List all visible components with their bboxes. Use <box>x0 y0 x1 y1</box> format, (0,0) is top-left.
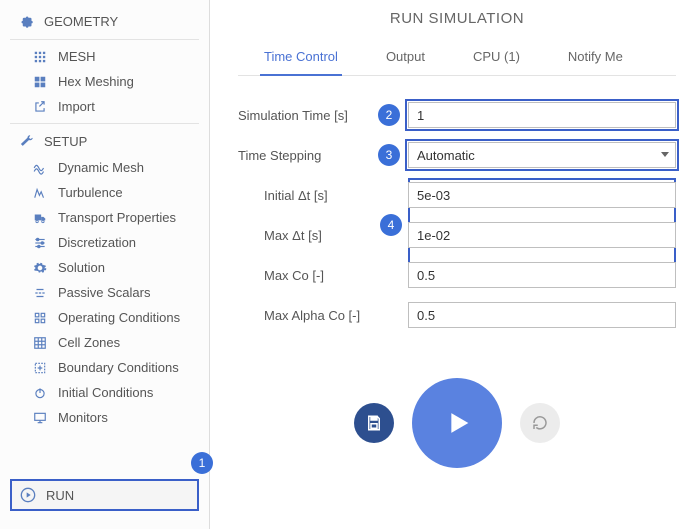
mesh-label: MESH <box>58 49 96 64</box>
puzzle-icon <box>18 14 34 29</box>
initial-dt-label: Initial Δt [s] <box>238 188 408 203</box>
initial-label: Initial Conditions <box>58 385 153 400</box>
run-button[interactable] <box>412 378 502 468</box>
tab-cpu[interactable]: CPU (1) <box>469 49 524 75</box>
wrench-icon <box>18 134 34 149</box>
hex-icon <box>32 75 48 89</box>
save-icon <box>365 414 383 432</box>
sidebar-item-passive-scalars[interactable]: Passive Scalars <box>0 280 209 305</box>
import-icon <box>32 100 48 114</box>
run-label: RUN <box>46 488 74 503</box>
play-circle-icon <box>20 487 36 503</box>
wave-icon <box>32 161 48 175</box>
setup-label: SETUP <box>44 134 87 149</box>
dynamic-mesh-label: Dynamic Mesh <box>58 160 144 175</box>
sidebar-item-turbulence[interactable]: Turbulence <box>0 180 209 205</box>
geometry-header: GEOMETRY <box>0 8 209 35</box>
play-icon <box>440 406 474 440</box>
action-buttons <box>238 378 676 468</box>
time-stepping-label: Time Stepping <box>238 148 378 163</box>
sidebar-item-transport[interactable]: Transport Properties <box>0 205 209 230</box>
scalars-icon <box>32 286 48 300</box>
tab-time-control[interactable]: Time Control <box>260 49 342 76</box>
sidebar-item-monitors[interactable]: Monitors <box>0 405 209 430</box>
turbulence-label: Turbulence <box>58 185 123 200</box>
sidebar-item-operating[interactable]: Operating Conditions <box>0 305 209 330</box>
max-co-label: Max Co [-] <box>238 268 408 283</box>
setup-header: SETUP <box>0 128 209 155</box>
controls-icon <box>32 311 48 325</box>
save-button[interactable] <box>354 403 394 443</box>
time-stepping-select[interactable]: Automatic <box>408 142 676 168</box>
sidebar-item-run[interactable]: RUN <box>10 479 199 511</box>
time-stepping-value: Automatic <box>417 148 475 163</box>
sidebar-item-discretization[interactable]: Discretization <box>0 230 209 255</box>
operating-label: Operating Conditions <box>58 310 180 325</box>
sidebar-item-import[interactable]: Import <box>0 94 209 119</box>
max-alpha-co-label: Max Alpha Co [-] <box>238 308 408 323</box>
sidebar-item-dynamic-mesh[interactable]: Dynamic Mesh <box>0 155 209 180</box>
monitors-label: Monitors <box>58 410 108 425</box>
sidebar-item-initial[interactable]: Initial Conditions <box>0 380 209 405</box>
max-alpha-co-input[interactable] <box>408 302 676 328</box>
solution-label: Solution <box>58 260 105 275</box>
tabs: Time Control Output CPU (1) Notify Me <box>238 49 676 76</box>
divider <box>10 123 199 124</box>
refresh-icon <box>531 414 549 432</box>
power-icon <box>32 386 48 400</box>
callout-badge-4: 4 <box>380 214 402 236</box>
sliders-icon <box>32 236 48 250</box>
max-dt-input[interactable] <box>408 222 676 248</box>
cell-zones-label: Cell Zones <box>58 335 120 350</box>
truck-icon <box>32 211 48 225</box>
main-panel: RUN SIMULATION Time Control Output CPU (… <box>210 0 694 529</box>
refresh-button[interactable] <box>520 403 560 443</box>
passive-scalars-label: Passive Scalars <box>58 285 150 300</box>
initial-dt-input[interactable] <box>408 182 676 208</box>
sidebar-item-hex-meshing[interactable]: Hex Meshing <box>0 69 209 94</box>
turbulence-icon <box>32 186 48 200</box>
zones-icon <box>32 336 48 350</box>
sidebar-item-mesh[interactable]: MESH <box>0 44 209 69</box>
divider <box>10 39 199 40</box>
boundary-icon <box>32 361 48 375</box>
gear-icon <box>32 261 48 275</box>
discretization-label: Discretization <box>58 235 136 250</box>
page-title: RUN SIMULATION <box>238 10 676 27</box>
sidebar-item-cell-zones[interactable]: Cell Zones <box>0 330 209 355</box>
sim-time-input[interactable] <box>408 102 676 128</box>
grid-icon <box>32 50 48 64</box>
import-label: Import <box>58 99 95 114</box>
hex-label: Hex Meshing <box>58 74 134 89</box>
monitor-icon <box>32 411 48 425</box>
tab-output[interactable]: Output <box>382 49 429 75</box>
sidebar-item-solution[interactable]: Solution <box>0 255 209 280</box>
sidebar-item-boundary[interactable]: Boundary Conditions <box>0 355 209 380</box>
sim-time-label: Simulation Time [s] <box>238 108 378 123</box>
callout-badge-1: 1 <box>191 452 213 474</box>
max-co-input[interactable] <box>408 262 676 288</box>
transport-label: Transport Properties <box>58 210 176 225</box>
tab-notify[interactable]: Notify Me <box>564 49 627 75</box>
sidebar: GEOMETRY MESH Hex Meshing Import SETUP D… <box>0 0 210 529</box>
callout-badge-2: 2 <box>378 104 400 126</box>
geometry-label: GEOMETRY <box>44 14 118 29</box>
boundary-label: Boundary Conditions <box>58 360 179 375</box>
callout-badge-3: 3 <box>378 144 400 166</box>
